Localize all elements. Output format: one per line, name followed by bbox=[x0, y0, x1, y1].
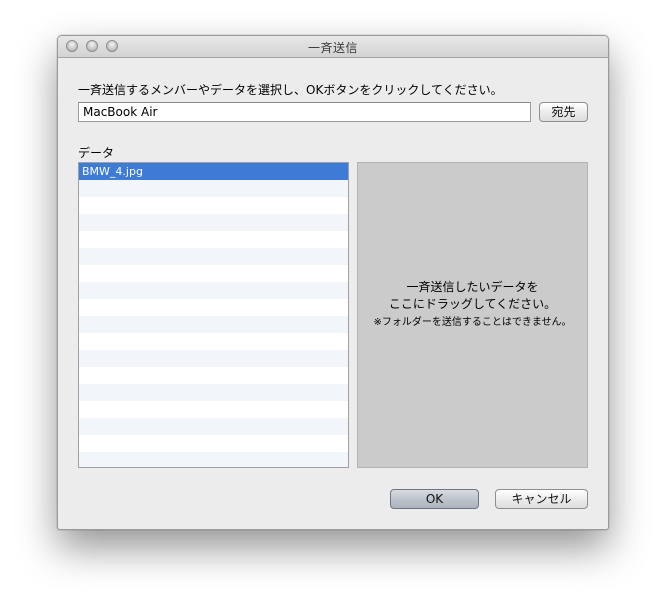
instruction-text: 一斉送信するメンバーやデータを選択し、OKボタンをクリックしてください。 bbox=[78, 83, 503, 97]
drop-zone-line2: ここにドラッグしてください。 bbox=[388, 297, 557, 311]
broadcast-dialog: 一斉送信 一斉送信するメンバーやデータを選択し、OKボタンをクリックしてください… bbox=[57, 35, 609, 530]
data-section-label: データ bbox=[78, 146, 115, 160]
drop-zone[interactable]: 一斉送信したいデータを ここにドラッグしてください。 ※フォルダーを送信すること… bbox=[357, 162, 588, 468]
destination-field[interactable] bbox=[78, 102, 531, 122]
drop-zone-line1: 一斉送信したいデータを bbox=[406, 280, 539, 294]
destination-button[interactable]: 宛先 bbox=[539, 102, 588, 122]
drop-zone-note: ※フォルダーを送信することはできません。 bbox=[373, 317, 572, 328]
title-bar[interactable]: 一斉送信 bbox=[58, 36, 608, 58]
ok-button[interactable]: OK bbox=[390, 489, 479, 509]
window-title: 一斉送信 bbox=[307, 41, 358, 55]
data-file-list[interactable]: BMW_4.jpg bbox=[78, 162, 349, 468]
drop-zone-text: 一斉送信したいデータを ここにドラッグしてください。 ※フォルダーを送信すること… bbox=[358, 279, 587, 331]
file-list-item[interactable]: BMW_4.jpg bbox=[79, 163, 348, 180]
cancel-button[interactable]: キャンセル bbox=[495, 489, 588, 509]
